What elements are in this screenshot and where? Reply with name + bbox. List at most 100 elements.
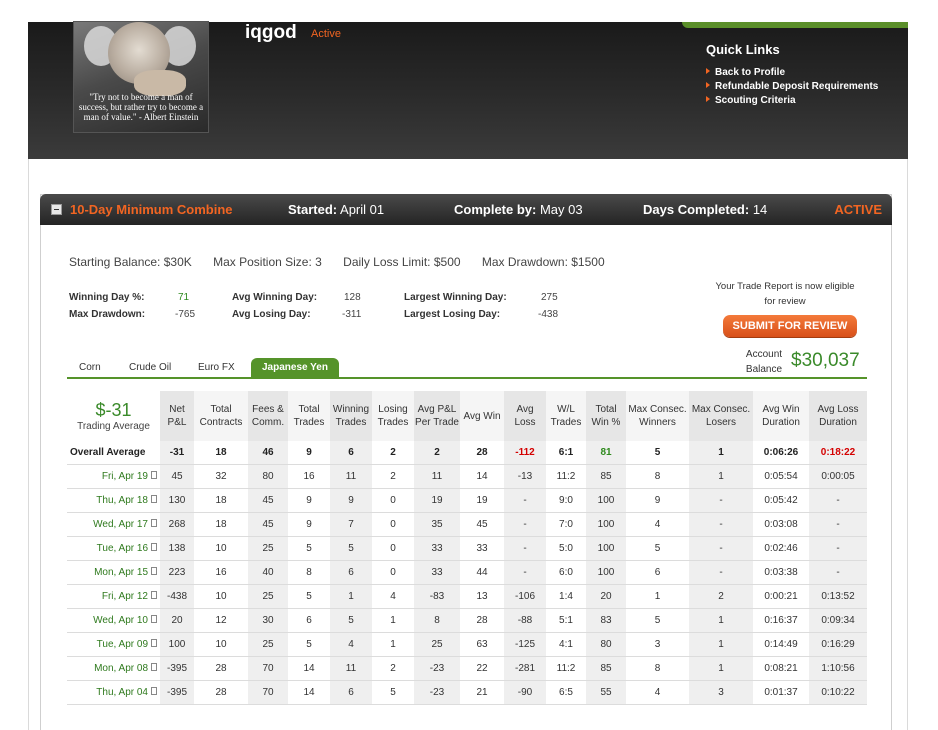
- table-cell: 9: [288, 512, 330, 537]
- table-cell: 33: [460, 536, 504, 561]
- bullet-arrow-icon: [706, 96, 710, 102]
- table-cell: 11:2: [546, 656, 586, 681]
- table-cell: 6: [288, 608, 330, 633]
- table-cell: 33: [414, 560, 460, 585]
- combine-title-bar: 10-Day Minimum Combine Started: April 01…: [40, 194, 892, 225]
- day-link[interactable]: Thu, Apr 04: [67, 680, 160, 705]
- table-cell: 0:05:54: [753, 464, 809, 489]
- table-cell: 6:5: [546, 680, 586, 705]
- table-cell: 80: [248, 464, 288, 489]
- table-cell: 44: [460, 560, 504, 585]
- day-link[interactable]: Fri, Apr 12: [67, 584, 160, 609]
- document-icon[interactable]: [151, 639, 157, 647]
- table-cell: 45: [248, 488, 288, 513]
- day-label: Wed, Apr 10: [93, 615, 148, 626]
- document-icon[interactable]: [151, 495, 157, 503]
- trading-average-label: Trading Average: [77, 420, 150, 432]
- table-cell: 6: [330, 441, 372, 465]
- quick-link-scouting-criteria[interactable]: Scouting Criteria: [706, 94, 878, 108]
- table-cell: 16: [194, 560, 248, 585]
- overall-average-row: Overall Average -31 18 46 9 6 2 2 28 -112 6:1 81 5 1 0…: [67, 441, 867, 465]
- day-link[interactable]: Thu, Apr 18: [67, 488, 160, 513]
- day-link[interactable]: Mon, Apr 15: [67, 560, 160, 585]
- table-cell: 0: [372, 560, 414, 585]
- document-icon[interactable]: [151, 687, 157, 695]
- column-header: Max Consec. Losers: [689, 391, 753, 441]
- stat-avg-losing-day: Avg Losing Day: -311: [232, 309, 362, 320]
- table-cell: 30: [248, 608, 288, 633]
- table-cell: -23: [414, 656, 460, 681]
- table-cell: 10: [194, 536, 248, 561]
- table-cell: 6: [330, 560, 372, 585]
- table-cell: -13: [504, 464, 546, 489]
- tab-corn[interactable]: Corn: [79, 362, 101, 373]
- document-icon[interactable]: [151, 591, 157, 599]
- tab-euro-fx[interactable]: Euro FX: [198, 362, 235, 373]
- table-cell: -: [809, 536, 867, 561]
- table-cell: -: [689, 536, 753, 561]
- table-cell: -: [809, 512, 867, 537]
- table-cell: 0:06:26: [753, 441, 809, 465]
- day-link[interactable]: Fri, Apr 19: [67, 464, 160, 489]
- quick-link-back-to-profile[interactable]: Back to Profile: [706, 66, 878, 80]
- day-label: Mon, Apr 08: [94, 663, 148, 674]
- document-icon[interactable]: [151, 519, 157, 527]
- table-cell: 40: [248, 560, 288, 585]
- table-cell: 8: [626, 464, 689, 489]
- table-cell: -: [504, 512, 546, 537]
- username: iqgod: [245, 22, 297, 43]
- column-header: Fees & Comm.: [248, 391, 288, 441]
- combine-started: Started: April 01: [288, 202, 385, 217]
- table-cell: 3: [626, 632, 689, 657]
- table-cell: 9:0: [546, 488, 586, 513]
- day-link[interactable]: Mon, Apr 08: [67, 656, 160, 681]
- table-cell: 1: [689, 608, 753, 633]
- table-cell: -: [809, 560, 867, 585]
- table-cell: 4:1: [546, 632, 586, 657]
- column-header: Losing Trades: [372, 391, 414, 441]
- table-cell: -31: [160, 441, 194, 465]
- tab-japanese-yen[interactable]: Japanese Yen: [251, 358, 339, 377]
- submit-for-review-button[interactable]: SUBMIT FOR REVIEW: [723, 315, 857, 337]
- table-cell: 8: [414, 608, 460, 633]
- day-link[interactable]: Tue, Apr 09: [67, 632, 160, 657]
- table-cell: 16: [288, 464, 330, 489]
- table-cell: 6:0: [546, 560, 586, 585]
- table-row: Mon, Apr 08 -395 28 70 14 11 2 -23 22 -281 11:2 85 8…: [67, 656, 867, 681]
- document-icon[interactable]: [151, 567, 157, 575]
- day-link[interactable]: Wed, Apr 17: [67, 512, 160, 537]
- combine-rules: Starting Balance: $30K Max Position Size…: [69, 255, 623, 269]
- document-icon[interactable]: [151, 543, 157, 551]
- document-icon[interactable]: [151, 663, 157, 671]
- quick-link-label: Refundable Deposit Requirements: [715, 81, 879, 92]
- table-cell: 45: [460, 512, 504, 537]
- day-label: Fri, Apr 19: [101, 471, 148, 482]
- table-cell: -88: [504, 608, 546, 633]
- table-cell: 0:00:21: [753, 584, 809, 609]
- day-label: Fri, Apr 12: [101, 591, 148, 602]
- table-cell: 25: [248, 536, 288, 561]
- table-cell: -: [504, 536, 546, 561]
- tab-crude-oil[interactable]: Crude Oil: [129, 362, 171, 373]
- combine-status: ACTIVE: [834, 202, 882, 217]
- table-cell: 5: [626, 441, 689, 465]
- table-cell: 85: [586, 656, 626, 681]
- table-cell: 0:02:46: [753, 536, 809, 561]
- table-cell: 0:16:37: [753, 608, 809, 633]
- table-cell: 2: [372, 656, 414, 681]
- stat-largest-losing-day: Largest Losing Day: -438: [404, 309, 559, 320]
- day-link[interactable]: Tue, Apr 16: [67, 536, 160, 561]
- collapse-icon[interactable]: [51, 204, 62, 215]
- table-row: Thu, Apr 04 -395 28 70 14 6 5 -23 21 -90 6:5 55 4 3 0:…: [67, 680, 867, 705]
- table-cell: 5:0: [546, 536, 586, 561]
- table-cell: -112: [504, 441, 546, 465]
- table-cell: 3: [689, 680, 753, 705]
- quick-link-deposit-requirements[interactable]: Refundable Deposit Requirements: [706, 80, 878, 94]
- document-icon[interactable]: [151, 471, 157, 479]
- day-link[interactable]: Wed, Apr 10: [67, 608, 160, 633]
- document-icon[interactable]: [151, 615, 157, 623]
- table-cell: 5:1: [546, 608, 586, 633]
- combine-title: 10-Day Minimum Combine: [70, 202, 233, 217]
- trading-average-summary: $-31 Trading Average: [67, 391, 160, 441]
- combine-days-completed: Days Completed: 14: [643, 202, 768, 217]
